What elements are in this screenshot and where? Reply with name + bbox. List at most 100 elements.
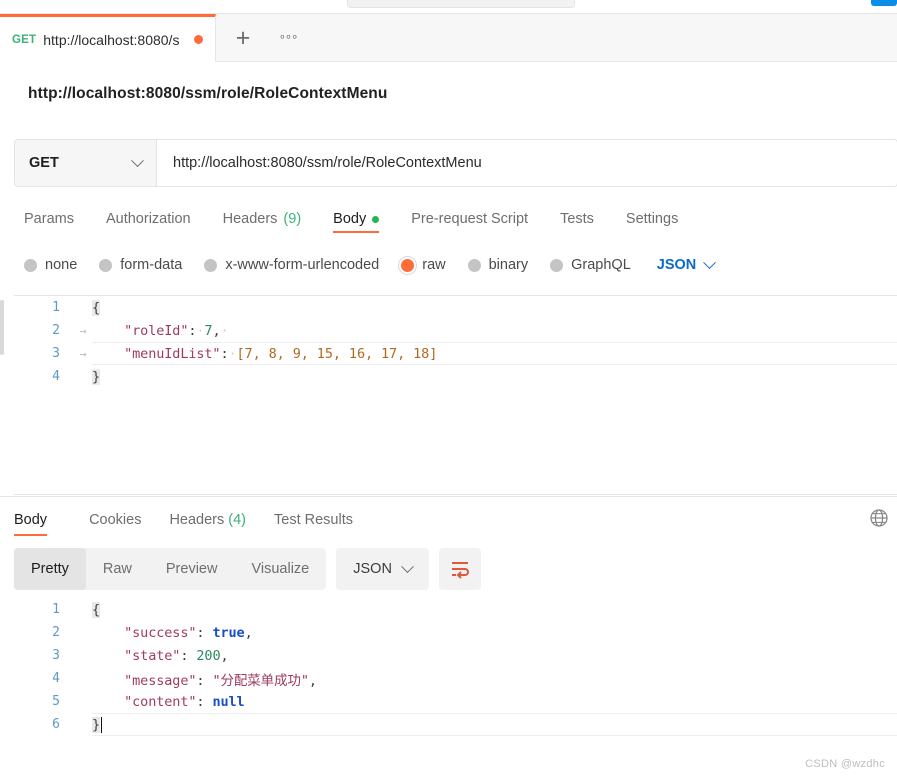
body-type-none-label: none	[45, 257, 78, 273]
globe-icon[interactable]	[869, 508, 889, 528]
top-chrome	[0, 0, 897, 14]
request-tab[interactable]: GET http://localhost:8080/s	[0, 14, 216, 62]
tab-body[interactable]: Body	[317, 198, 395, 240]
json-value: 200	[196, 647, 221, 664]
code-text: "state": 200,	[124, 647, 229, 664]
json-value: null	[212, 693, 245, 710]
http-method-select[interactable]: GET	[14, 139, 156, 187]
raw-format-select[interactable]: JSON	[657, 255, 717, 273]
response-format-select[interactable]: JSON	[336, 548, 429, 590]
response-body-viewer[interactable]: 1 { 2 "success": true, 3 "state": 200, 4…	[14, 598, 897, 743]
tab-params[interactable]: Params	[14, 198, 90, 240]
code-brace: {	[92, 299, 101, 316]
view-mode-raw[interactable]: Raw	[86, 548, 149, 590]
response-tab-test-results[interactable]: Test Results	[260, 500, 367, 540]
url-value: http://localhost:8080/ssm/role/RoleConte…	[173, 155, 482, 171]
radio-icon	[204, 258, 218, 272]
code-text: {	[92, 299, 101, 316]
http-method-label: GET	[29, 155, 59, 171]
line-number: 4	[52, 369, 60, 384]
body-type-urlencoded[interactable]: x-www-form-urlencoded	[204, 257, 379, 273]
view-mode-raw-label: Raw	[102, 561, 132, 577]
global-search-input[interactable]	[347, 0, 575, 8]
view-mode-visualize-label: Visualize	[251, 561, 310, 577]
body-type-urlencoded-label: x-www-form-urlencoded	[225, 257, 380, 273]
tab-headers[interactable]: Headers (9)	[207, 198, 318, 240]
response-tab-test-results-label: Test Results	[274, 512, 353, 528]
line-number: 2	[52, 323, 60, 338]
body-type-none[interactable]: none	[24, 257, 77, 273]
upgrade-button[interactable]	[871, 0, 897, 6]
active-line-highlight	[92, 342, 897, 365]
json-key: "state"	[124, 647, 181, 664]
body-type-form-data[interactable]: form-data	[99, 257, 182, 273]
fold-marker[interactable]: →	[74, 324, 92, 338]
code-line: 4 "message": "分配菜单成功",	[14, 667, 897, 690]
tab-settings[interactable]: Settings	[610, 198, 694, 240]
view-mode-pretty-label: Pretty	[31, 561, 69, 577]
radio-selected-icon	[401, 258, 415, 272]
body-type-raw[interactable]: raw	[401, 257, 446, 273]
request-tab-strip: GET http://localhost:8080/s + °°°	[0, 14, 897, 62]
code-text: }	[92, 368, 101, 385]
word-wrap-icon[interactable]	[438, 548, 481, 590]
new-tab-button[interactable]: +	[229, 24, 257, 52]
json-key: "content"	[124, 693, 197, 710]
postman-window: GET http://localhost:8080/s + °°° http:/…	[0, 0, 897, 782]
url-input[interactable]: http://localhost:8080/ssm/role/RoleConte…	[156, 139, 897, 187]
code-text: "message": "分配菜单成功",	[124, 672, 317, 689]
line-number: 4	[52, 671, 60, 686]
sidebar-scrollbar[interactable]	[0, 300, 4, 355]
tab-pre-request-script[interactable]: Pre-request Script	[395, 198, 544, 240]
tab-tests[interactable]: Tests	[544, 198, 610, 240]
response-tab-headers-count: (4)	[228, 512, 246, 528]
line-number: 3	[52, 648, 60, 663]
code-text: "success": true,	[124, 624, 253, 641]
body-type-graphql[interactable]: GraphQL	[550, 257, 631, 273]
response-tab-body-label: Body	[14, 512, 48, 528]
line-number: 1	[52, 300, 60, 315]
code-brace: }	[92, 368, 101, 385]
tab-body-label: Body	[333, 211, 367, 227]
tab-options-icon[interactable]: °°°	[275, 30, 303, 48]
response-tab-headers[interactable]: Headers (4)	[155, 500, 260, 540]
response-tab-body[interactable]: Body	[14, 500, 61, 540]
json-value: "分配菜单成功"	[212, 672, 309, 689]
tab-settings-label: Settings	[625, 211, 679, 227]
tab-headers-label: Headers	[222, 211, 278, 227]
chevron-down-icon	[131, 153, 144, 167]
view-mode-preview[interactable]: Preview	[149, 548, 235, 590]
chevron-down-icon	[703, 255, 717, 269]
code-text: "content": null	[124, 693, 245, 710]
request-body-editor[interactable]: 1 { 2 → "roleId":·7,· 3 → "menuIdList":·…	[14, 295, 897, 495]
chevron-down-icon	[401, 559, 414, 573]
code-line: 1 {	[14, 598, 897, 621]
fold-marker[interactable]: →	[74, 347, 92, 361]
code-line: 3 "state": 200,	[14, 644, 897, 667]
body-type-binary[interactable]: binary	[467, 257, 529, 273]
radio-icon	[467, 258, 481, 272]
json-key: "message"	[124, 672, 197, 689]
watermark: CSDN @wzdhc	[805, 758, 885, 770]
response-tab-cookies[interactable]: Cookies	[75, 500, 155, 540]
json-value: true	[212, 624, 245, 641]
response-view-modes: Pretty Raw Preview Visualize	[14, 548, 327, 590]
view-mode-pretty[interactable]: Pretty	[14, 548, 86, 590]
tab-authorization[interactable]: Authorization	[90, 198, 207, 240]
request-tab-name: http://localhost:8080/s	[43, 31, 180, 48]
json-key: "roleId"	[124, 322, 189, 339]
code-text: "roleId":·7,·	[124, 322, 229, 339]
page-title: http://localhost:8080/ssm/role/RoleConte…	[28, 85, 388, 102]
line-number: 6	[52, 717, 60, 732]
code-line: 4 }	[14, 365, 897, 388]
body-type-raw-label: raw	[422, 257, 446, 273]
radio-icon	[550, 258, 564, 272]
request-tab-method: GET	[12, 33, 37, 46]
code-line: 2 → "roleId":·7,·	[14, 319, 897, 342]
body-type-binary-label: binary	[488, 257, 529, 273]
response-section-tabs: Body Cookies Headers (4) Test Results	[14, 500, 367, 540]
code-line: 2 "success": true,	[14, 621, 897, 644]
json-key: "success"	[124, 624, 197, 641]
tab-params-label: Params	[24, 211, 74, 227]
view-mode-visualize[interactable]: Visualize	[234, 548, 326, 590]
